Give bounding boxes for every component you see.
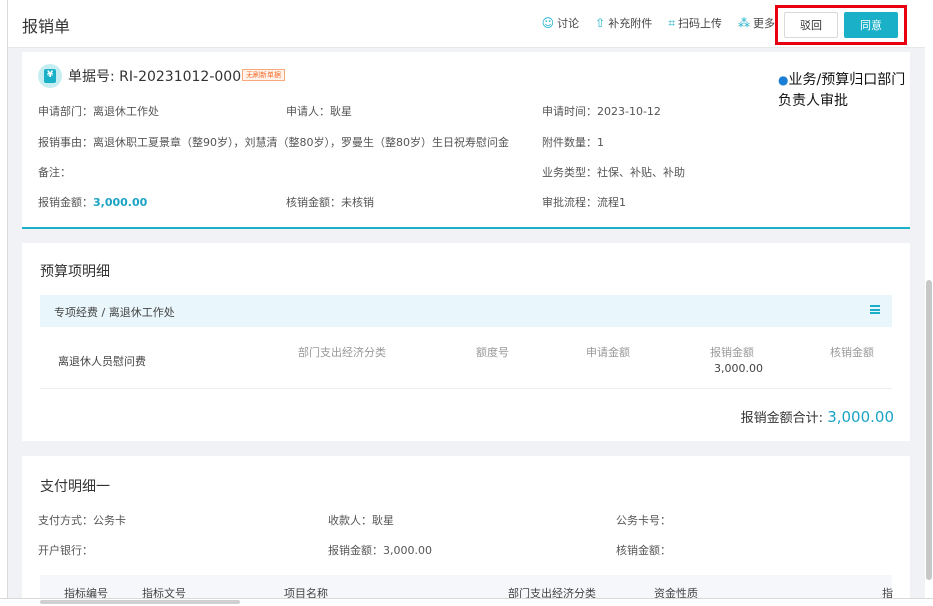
budget-row: 离退休人员慰问费 部门支出经济分类 额度号 申请金额 报销金额 3,000.00… xyxy=(40,333,892,389)
budget-section-title: 预算项明细 xyxy=(40,264,110,280)
left-edge xyxy=(0,0,8,606)
budget-col-classification: 部门支出经济分类 xyxy=(298,346,386,359)
budget-col-apply: 申请金额 xyxy=(586,346,630,359)
card-number: 公务卡号： xyxy=(616,514,671,527)
budget-total-value: 3,000.00 xyxy=(827,408,894,426)
discuss-button[interactable]: ☺ 讨论 xyxy=(542,15,580,31)
reimbursement-amount: 报销金额：3,000.00 xyxy=(38,194,147,210)
budget-reimburse-value: 3,000.00 xyxy=(714,362,763,375)
budget-col-quota: 额度号 xyxy=(476,346,509,359)
payment-method: 支付方式：公务卡 xyxy=(38,514,126,527)
list-toggle-icon[interactable] xyxy=(870,305,880,314)
add-attachment-button[interactable]: ⇧ 补充附件 xyxy=(595,15,652,31)
chat-icon: ☺ xyxy=(541,16,555,30)
more-icon: ⁂ xyxy=(738,16,750,30)
attachment-count[interactable]: 附件数量：1 xyxy=(542,134,604,150)
table-header-cell: 部门支出经济分类 xyxy=(508,587,596,598)
reimbursement-amount-value: 3,000.00 xyxy=(93,196,148,209)
budget-item-name: 离退休人员慰问费 xyxy=(58,355,146,368)
business-type: 业务类型：社保、补贴、补助 xyxy=(542,166,685,179)
budget-col-writeoff: 核销金额 xyxy=(830,346,874,359)
bullet-icon: ● xyxy=(778,73,789,87)
right-scroll-track xyxy=(925,0,933,606)
payment-section-title: 支付明细一 xyxy=(40,479,110,495)
budget-group-label: 专项经费 / 离退休工作处 xyxy=(54,306,175,319)
payment-detail-card: 支付明细一 支付方式：公务卡 收款人：耿星 公务卡号： 开户银行： 报销金额：3… xyxy=(22,456,910,598)
reimbursement-amount-label: 报销金额： xyxy=(38,196,93,209)
more-button[interactable]: ⁂ 更多 xyxy=(738,15,775,31)
upload-icon: ⇧ xyxy=(595,16,606,30)
scan-upload-button[interactable]: ⌗ 扫码上传 xyxy=(668,15,722,31)
document-info-card: ¥ 单据号: RI-20231012-0005 无刷新单据 ●业务/预算归口部门… xyxy=(22,52,910,229)
table-header-cell: 指标编号 xyxy=(64,587,108,598)
approval-flow[interactable]: 审批流程：流程1 xyxy=(542,194,626,210)
document-tag: 无刷新单据 xyxy=(242,69,285,81)
budget-total-label: 报销金额合计: xyxy=(740,411,824,426)
budget-group-strip: 专项经费 / 离退休工作处 xyxy=(40,295,892,327)
scan-icon: ⌗ xyxy=(668,15,675,30)
reimbursement-reason: 报销事由：离退休职工夏景章（整90岁），刘慧清（整80岁），罗曼生（整80岁）生… xyxy=(38,136,509,149)
scan-upload-label: 扫码上传 xyxy=(678,17,722,30)
header-bar: 报销单 ☺ 讨论 ⇧ 补充附件 ⌗ 扫码上传 ⁂ 更多 驳回 同意 xyxy=(8,0,925,48)
table-header-cell: 指 xyxy=(882,587,893,598)
header-actions: ☺ 讨论 ⇧ 补充附件 ⌗ 扫码上传 ⁂ 更多 xyxy=(542,15,775,31)
more-label: 更多 xyxy=(753,17,775,30)
budget-col-reimburse: 报销金额 xyxy=(710,346,754,359)
writeoff-amount: 核销金额：未核销 xyxy=(286,196,374,209)
discuss-label: 讨论 xyxy=(557,17,580,30)
payee: 收款人：耿星 xyxy=(328,514,394,527)
table-header-cell: 资金性质 xyxy=(654,587,698,598)
bank: 开户银行： xyxy=(38,544,93,557)
reject-button[interactable]: 驳回 xyxy=(784,12,838,38)
apply-department: 申请部门：离退休工作处 xyxy=(38,105,159,118)
page-frame: 报销单 ☺ 讨论 ⇧ 补充附件 ⌗ 扫码上传 ⁂ 更多 驳回 同意 ¥ 单据号:… xyxy=(8,0,925,598)
horizontal-scrollbar[interactable] xyxy=(40,600,240,604)
approval-annotation: ●业务/预算归口部门负责人审批 xyxy=(778,70,908,112)
apply-time: 申请时间：2023-10-12 xyxy=(542,105,661,118)
applicant: 申请人：耿星 xyxy=(286,105,352,118)
approve-button[interactable]: 同意 xyxy=(844,12,898,38)
document-icon: ¥ xyxy=(38,64,62,88)
remark: 备注： xyxy=(38,166,71,179)
table-header-cell: 项目名称 xyxy=(284,587,328,598)
approval-annotation-text: 业务/预算归口部门负责人审批 xyxy=(778,72,906,109)
table-header-cell: 指标文号 xyxy=(142,587,186,598)
payment-table-header: 指标编号 指标文号 项目名称 部门支出经济分类 资金性质 指 xyxy=(40,575,893,598)
highlight-box: 驳回 同意 xyxy=(775,5,907,45)
bottom-scroll-track xyxy=(0,598,933,606)
payment-writeoff: 核销金额： xyxy=(616,544,671,557)
vertical-scrollbar[interactable] xyxy=(926,280,932,580)
page-title: 报销单 xyxy=(22,17,71,36)
add-attachment-label: 补充附件 xyxy=(608,17,653,30)
budget-total: 报销金额合计: 3,000.00 xyxy=(741,407,894,426)
budget-detail-card: 预算项明细 专项经费 / 离退休工作处 离退休人员慰问费 部门支出经济分类 额度… xyxy=(22,243,910,441)
document-number: 单据号: RI-20231012-0005 xyxy=(68,69,251,85)
payment-amount: 报销金额：3,000.00 xyxy=(328,544,432,557)
